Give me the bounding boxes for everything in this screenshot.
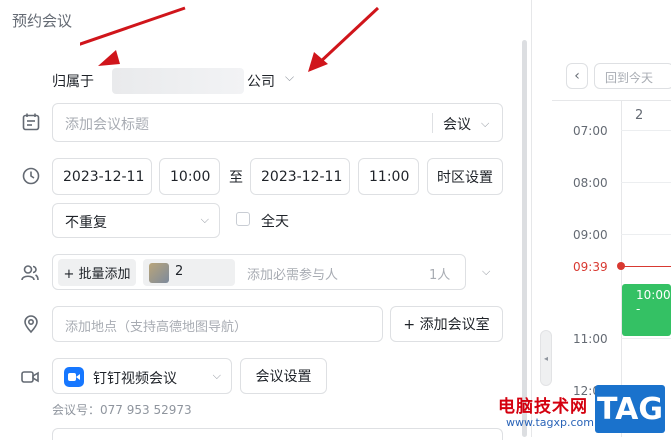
attendee-input-placeholder: 添加必需参与人 bbox=[247, 268, 339, 283]
start-date-input[interactable]: 2023-12-11 bbox=[52, 158, 152, 195]
location-placeholder: 添加地点（支持高德地图导航） bbox=[65, 320, 248, 335]
video-camera-icon bbox=[21, 371, 39, 383]
all-day-label: 全天 bbox=[261, 214, 289, 230]
watermark-text: 电脑技术网 bbox=[498, 397, 588, 417]
hour-line bbox=[621, 338, 671, 339]
day-header: 2 bbox=[635, 108, 644, 123]
location-pin-icon bbox=[24, 315, 38, 334]
video-app-value: 钉钉视频会议 bbox=[93, 371, 177, 387]
hour-line bbox=[621, 130, 671, 131]
current-time-line bbox=[621, 266, 671, 267]
meeting-title-input[interactable]: 添加会议标题 会议 ⌵ bbox=[52, 103, 503, 142]
divider bbox=[432, 113, 433, 133]
calendar-icon bbox=[22, 113, 40, 131]
meeting-type-select[interactable]: 会议 ⌵ bbox=[443, 114, 489, 134]
chevron-down-icon: ⌵ bbox=[212, 369, 221, 382]
time-label: 07:00 bbox=[573, 124, 608, 138]
watermark-logo: TAG bbox=[595, 385, 665, 433]
end-date-input[interactable]: 2023-12-11 bbox=[250, 158, 350, 195]
repeat-value: 不重复 bbox=[65, 215, 107, 231]
video-app-select[interactable]: 钉钉视频会议 ⌵ bbox=[52, 358, 232, 394]
scrollbar[interactable] bbox=[522, 40, 527, 437]
next-field-partial bbox=[52, 428, 503, 440]
current-time-label: 09:39 bbox=[573, 260, 608, 274]
start-time-input[interactable]: 10:00 bbox=[159, 158, 220, 195]
annotation-arrow-icon bbox=[80, 6, 186, 66]
annotation-arrow-icon bbox=[308, 6, 380, 72]
hour-line bbox=[621, 182, 671, 183]
end-time-input[interactable]: 11:00 bbox=[358, 158, 419, 195]
repeat-select[interactable]: 不重复 ⌵ bbox=[52, 203, 220, 238]
chevron-down-icon[interactable]: ⌵ bbox=[285, 70, 294, 85]
hour-line bbox=[621, 234, 671, 235]
chevron-down-icon: ⌵ bbox=[200, 213, 209, 226]
divider bbox=[552, 100, 671, 101]
divider bbox=[531, 0, 532, 437]
page-title: 预约会议 bbox=[12, 12, 73, 30]
watermark-url: www.tagxp.com bbox=[506, 416, 594, 429]
location-input[interactable]: 添加地点（支持高德地图导航） bbox=[52, 306, 383, 342]
dingtalk-video-icon bbox=[64, 367, 84, 387]
meeting-title-placeholder: 添加会议标题 bbox=[65, 117, 149, 133]
chevron-down-icon: ⌵ bbox=[481, 117, 490, 130]
bulk-add-button[interactable]: + 批量添加 bbox=[58, 259, 136, 286]
avatar bbox=[149, 263, 169, 283]
back-to-today-button[interactable]: 回到今天 bbox=[594, 63, 671, 89]
meeting-type-value: 会议 bbox=[443, 117, 471, 133]
prev-day-button[interactable]: ‹ bbox=[566, 63, 588, 89]
meeting-id: 会议号：077 953 52973 bbox=[52, 403, 192, 417]
add-meeting-room-button[interactable]: + 添加会议室 bbox=[390, 306, 503, 342]
timezone-settings-button[interactable]: 时区设置 bbox=[427, 158, 503, 195]
attendee-count-badge: 2 bbox=[175, 264, 184, 279]
owner-company-suffix[interactable]: 公司 bbox=[247, 71, 275, 91]
attendees-field[interactable]: + 批量添加 2 添加必需参与人 1人 bbox=[52, 254, 466, 290]
attendee-chip[interactable]: 2 bbox=[143, 259, 235, 286]
current-time-dot bbox=[617, 262, 625, 270]
attendee-total: 1人 bbox=[429, 268, 451, 283]
collapse-handle[interactable]: ◂ bbox=[540, 330, 552, 386]
time-label: 08:00 bbox=[573, 176, 608, 190]
chevron-down-icon[interactable]: ⌵ bbox=[482, 265, 490, 279]
time-label: 11:00 bbox=[573, 332, 608, 346]
meeting-settings-button[interactable]: 会议设置 bbox=[240, 358, 327, 394]
people-icon bbox=[21, 265, 39, 281]
time-label: 09:00 bbox=[573, 228, 608, 242]
to-label: 至 bbox=[229, 170, 243, 186]
calendar-event[interactable]: 10:00 - bbox=[622, 284, 671, 336]
all-day-checkbox[interactable] bbox=[236, 212, 250, 226]
clock-icon bbox=[22, 167, 40, 185]
